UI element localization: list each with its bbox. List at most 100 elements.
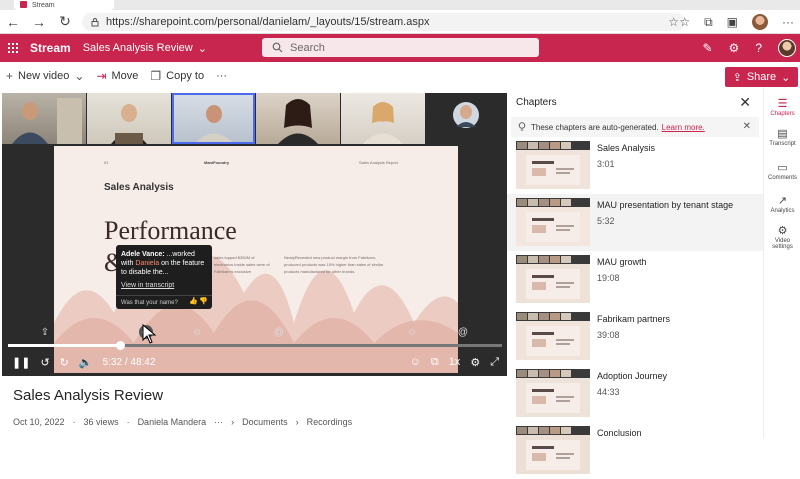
chapter-list: Sales Analysis 3:01 MAU presentation by te… [507, 137, 763, 479]
user-avatar[interactable] [778, 39, 796, 57]
slide-column-1: sales topped $350M of electronics Inside… [214, 255, 270, 274]
rail-transcript-label: Transcript [769, 141, 796, 147]
chapter-item[interactable]: Conclusion [507, 422, 763, 479]
browser-tab[interactable]: Stream [14, 0, 114, 10]
video-title: Sales Analysis Review [13, 387, 164, 404]
chevron-right-icon: › [295, 417, 299, 427]
progress-bar[interactable] [8, 341, 502, 350]
captions-icon[interactable]: ⧉ [431, 356, 439, 369]
search-input[interactable]: Search [262, 38, 539, 57]
notice-text: These chapters are auto-generated. [531, 122, 659, 132]
video-views: 36 views [83, 417, 119, 427]
feedback-icon[interactable]: ✎ [702, 41, 712, 55]
participant-video [426, 93, 506, 144]
forward-10-icon[interactable]: ↻ [60, 356, 69, 369]
extensions-icon[interactable]: ▣ [727, 15, 738, 29]
speakers-icon[interactable]: ☺ [410, 356, 421, 368]
favorites-icon[interactable]: ☆ [679, 15, 690, 29]
url-field[interactable]: https://sharepoint.com/personal/danielam… [82, 13, 685, 31]
breadcrumb-ellipsis[interactable]: ··· [214, 417, 223, 427]
close-icon[interactable]: ✕ [739, 94, 751, 111]
slide-column-2: NewlyRevealed new product margin from Fa… [284, 255, 384, 274]
chapter-item[interactable]: Sales Analysis 3:01 [507, 137, 763, 194]
thumbs-up-icon[interactable]: 👍 [189, 297, 198, 306]
copy-icon: ❐ [150, 69, 162, 83]
chapters-list-icon: ☰ [777, 98, 788, 110]
rail-analytics-label: Analytics [770, 208, 795, 214]
forward-icon[interactable]: → [26, 10, 52, 34]
screen-share-marker-icon[interactable]: ⇪ [38, 325, 52, 339]
refresh-icon[interactable]: ↻ [52, 10, 78, 34]
playback-speed-icon[interactable]: 1x [449, 356, 461, 368]
video-player[interactable]: 01 ManiFoundry Sales Analysis Report Sal… [2, 93, 507, 376]
learn-more-link[interactable]: Learn more. [662, 123, 705, 132]
participant-strip [2, 93, 507, 144]
rail-video-settings[interactable]: ⚙ Video settings [764, 224, 800, 250]
app-launcher-icon[interactable] [0, 34, 26, 62]
pause-icon[interactable]: ❚❚ [12, 356, 30, 369]
participant-join-marker-icon[interactable]: ☺ [405, 325, 419, 339]
mention-at-marker-icon[interactable]: @ [456, 325, 470, 339]
browser-tab-title: Stream [32, 1, 55, 9]
rail-analytics[interactable]: ↗ Analytics [764, 194, 800, 214]
settings-gear-icon[interactable]: ⚙ [729, 41, 740, 55]
slide-report-name: Sales Analysis Report [359, 160, 398, 165]
favorite-star-icon[interactable]: ☆ [668, 15, 679, 29]
chevron-right-icon: › [231, 417, 235, 427]
collections-icon[interactable]: ⧉ [704, 15, 713, 30]
chapter-title: Adoption Journey [597, 371, 668, 381]
thumbs-down-icon[interactable]: 👎 [199, 297, 208, 306]
chapter-item[interactable]: Fabrikam partners 39:08 [507, 308, 763, 365]
time-display: 5:32 / 48:42 [102, 356, 156, 368]
volume-icon[interactable]: 🔈 [79, 356, 93, 369]
meta-separator: · [126, 417, 130, 427]
chapter-item[interactable]: Adoption Journey 44:33 [507, 365, 763, 422]
move-icon: ⇥ [96, 69, 107, 83]
back-icon[interactable]: ← [0, 10, 26, 34]
video-author[interactable]: Daniela Mandera [138, 417, 207, 427]
lock-icon [91, 18, 99, 27]
mention-at-marker-icon[interactable]: @ [272, 325, 286, 339]
rail-transcript[interactable]: ▤ Transcript [764, 127, 800, 147]
new-video-label: New video [18, 70, 70, 82]
player-settings-icon[interactable]: ⚙ [470, 356, 480, 369]
mouse-cursor-icon [142, 323, 157, 344]
chapter-item[interactable]: MAU growth 19:08 [507, 251, 763, 308]
browser-profile-avatar[interactable] [752, 14, 768, 30]
breadcrumb-documents[interactable]: Documents [242, 417, 288, 427]
dismiss-notice-icon[interactable]: ✕ [743, 121, 751, 132]
rail-comments[interactable]: ▭ Comments [764, 161, 800, 181]
copy-to-button[interactable]: ❐ Copy to [144, 69, 210, 83]
chapter-item[interactable]: MAU presentation by tenant stage 5:32 [507, 194, 763, 251]
command-bar: + New video ⌄ ⇥ Move ❐ Copy to ··· ⇪ Sha… [0, 62, 800, 90]
participant-video [86, 93, 171, 144]
lightbulb-icon [518, 122, 526, 131]
document-title-dropdown[interactable]: Sales Analysis Review ⌄ [83, 42, 207, 55]
chapter-title: Sales Analysis [597, 143, 656, 153]
app-header: Stream Sales Analysis Review ⌄ Search ✎ … [0, 34, 800, 62]
rail-chapters[interactable]: ☰ Chapters [764, 97, 800, 117]
chapter-time: 39:08 [597, 330, 620, 340]
new-video-button[interactable]: + New video ⌄ [0, 69, 90, 83]
chapter-time: 19:08 [597, 273, 620, 283]
rewind-10-icon[interactable]: ↺ [40, 356, 49, 369]
app-name[interactable]: Stream [30, 41, 71, 55]
slide-brand: ManiFoundry [204, 160, 230, 165]
slide-heading: Sales Analysis [104, 182, 174, 193]
help-icon[interactable]: ? [755, 41, 762, 55]
right-rail: ☰ Chapters ▤ Transcript ▭ Comments ↗ Ana… [763, 87, 800, 438]
chapter-time: 44:33 [597, 387, 620, 397]
name-question-text: Was that your name? [121, 300, 178, 306]
view-in-transcript-link[interactable]: View in transcript [121, 281, 207, 290]
breadcrumb-recordings[interactable]: Recordings [307, 417, 353, 427]
participant-join-marker-icon[interactable]: ☺ [190, 325, 204, 339]
plus-icon: + [6, 69, 14, 83]
move-button[interactable]: ⇥ Move [90, 69, 144, 83]
auto-generated-notice: These chapters are auto-generated. Learn… [511, 117, 759, 137]
browser-menu-icon[interactable]: ··· [782, 15, 794, 29]
more-commands-button[interactable]: ··· [210, 70, 233, 82]
participant-video [256, 93, 341, 144]
share-button[interactable]: ⇪ Share ⌄ [725, 67, 798, 87]
participant-video [341, 93, 426, 144]
fullscreen-icon[interactable]: ⤢ [490, 356, 499, 369]
